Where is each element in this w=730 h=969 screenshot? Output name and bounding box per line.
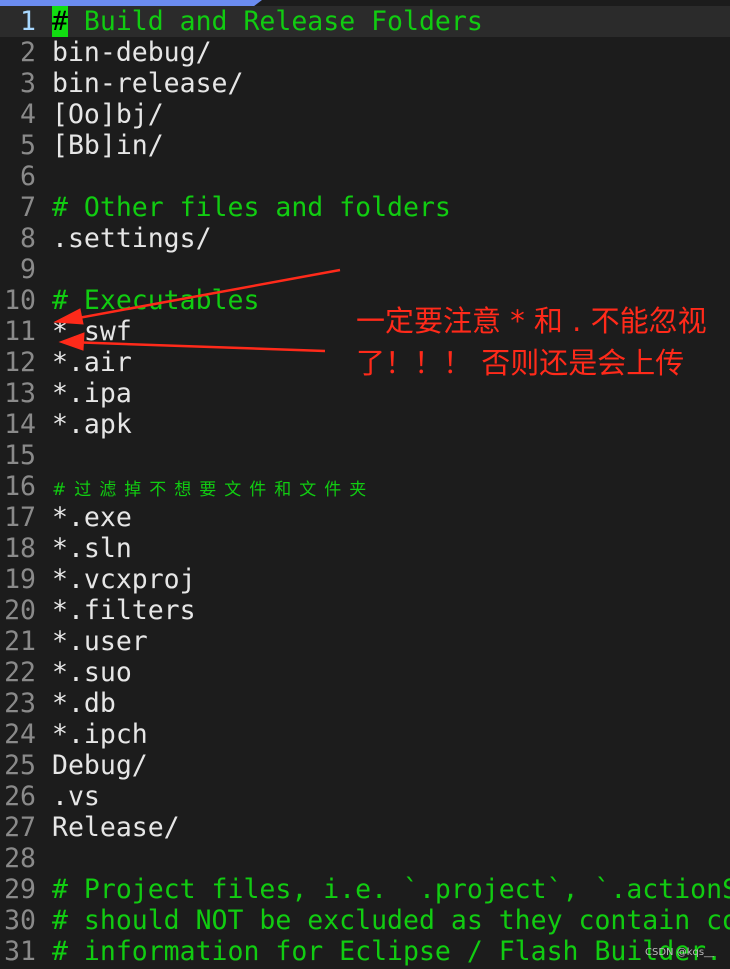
annotation-note: 一定要注意 * 和 . 不能忽视了！！！ 否则还是会上传: [356, 304, 707, 380]
arrowhead-icon: [58, 332, 85, 351]
arrowhead-icon: [53, 308, 84, 325]
arrow-to-line-12: [67, 340, 326, 353]
arrow-to-line-11: [61, 268, 341, 323]
watermark: CSDN @kqs__: [645, 947, 715, 958]
annotation-arrows: [53, 268, 341, 353]
